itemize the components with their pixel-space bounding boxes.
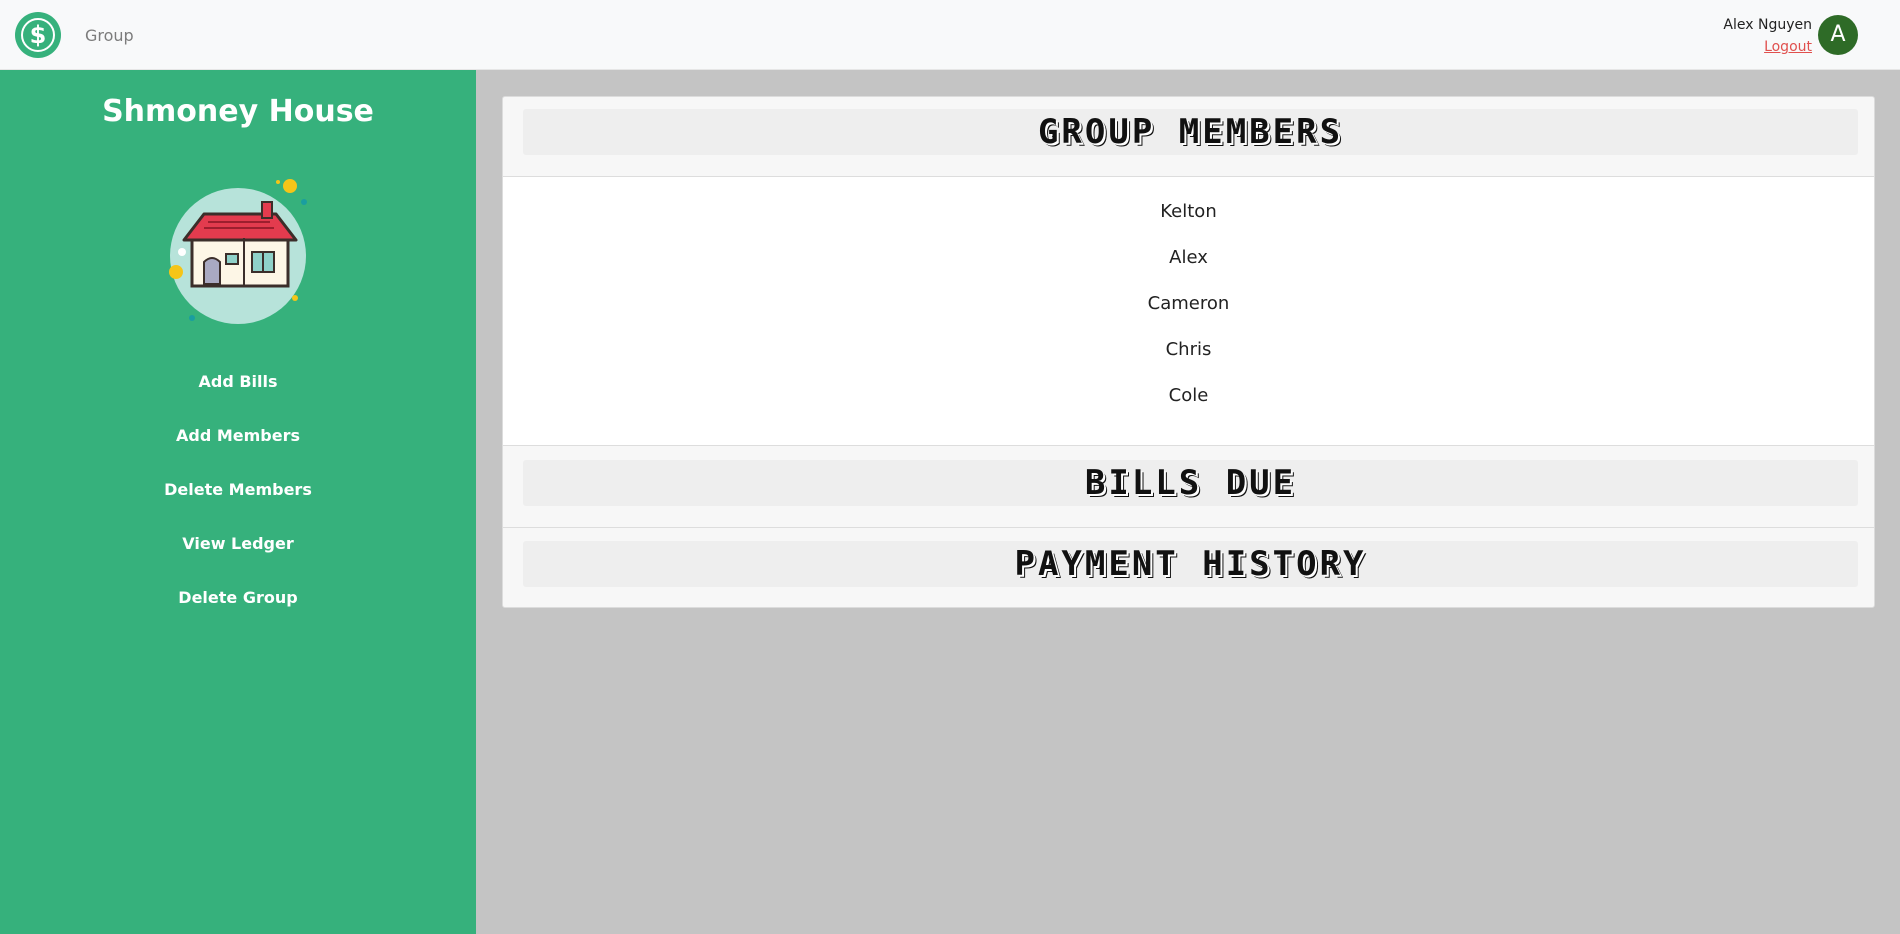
avatar[interactable]: A bbox=[1818, 15, 1858, 55]
user-block: Alex Nguyen Logout bbox=[1723, 16, 1812, 57]
dollar-logo-icon[interactable]: $ bbox=[15, 12, 61, 58]
member-item: Alex bbox=[1169, 247, 1208, 268]
sidebar-item-view-ledger[interactable]: View Ledger bbox=[0, 534, 476, 588]
group-members-title: GROUP MEMBERS bbox=[1037, 112, 1344, 152]
top-navbar: $ Group Alex Nguyen Logout A bbox=[0, 0, 1900, 70]
section-divider bbox=[503, 527, 1874, 528]
logout-link[interactable]: Logout bbox=[1723, 37, 1812, 57]
member-item: Cameron bbox=[1147, 293, 1230, 314]
house-icon bbox=[160, 174, 320, 334]
member-item: Cole bbox=[1168, 385, 1209, 406]
payment-history-header[interactable]: PAYMENT HISTORY bbox=[523, 541, 1858, 587]
sidebar-menu: Add Bills Add Members Delete Members Vie… bbox=[0, 372, 476, 642]
svg-text:$: $ bbox=[30, 21, 47, 49]
member-item: Kelton bbox=[1160, 201, 1217, 222]
bills-due-header[interactable]: BILLS DUE bbox=[523, 460, 1858, 506]
nav-link-group[interactable]: Group bbox=[85, 26, 134, 45]
sidebar-item-delete-members[interactable]: Delete Members bbox=[0, 480, 476, 534]
user-name: Alex Nguyen bbox=[1723, 17, 1812, 33]
group-members-header[interactable]: GROUP MEMBERS bbox=[523, 109, 1858, 155]
sidebar: Shmoney House Add Bills Add Members Dele… bbox=[0, 70, 476, 934]
group-card: GROUP MEMBERS Kelton Alex Cameron Chris … bbox=[502, 96, 1875, 608]
sidebar-item-add-members[interactable]: Add Members bbox=[0, 426, 476, 480]
group-members-body: Kelton Alex Cameron Chris Cole bbox=[503, 176, 1874, 446]
member-item: Chris bbox=[1165, 339, 1212, 360]
sidebar-item-add-bills[interactable]: Add Bills bbox=[0, 372, 476, 426]
member-list: Kelton Alex Cameron Chris Cole bbox=[503, 177, 1874, 427]
payment-history-title: PAYMENT HISTORY bbox=[1014, 544, 1367, 584]
bills-due-title: BILLS DUE bbox=[1084, 463, 1297, 503]
sidebar-item-delete-group[interactable]: Delete Group bbox=[0, 588, 476, 642]
group-name-title: Shmoney House bbox=[102, 94, 374, 129]
